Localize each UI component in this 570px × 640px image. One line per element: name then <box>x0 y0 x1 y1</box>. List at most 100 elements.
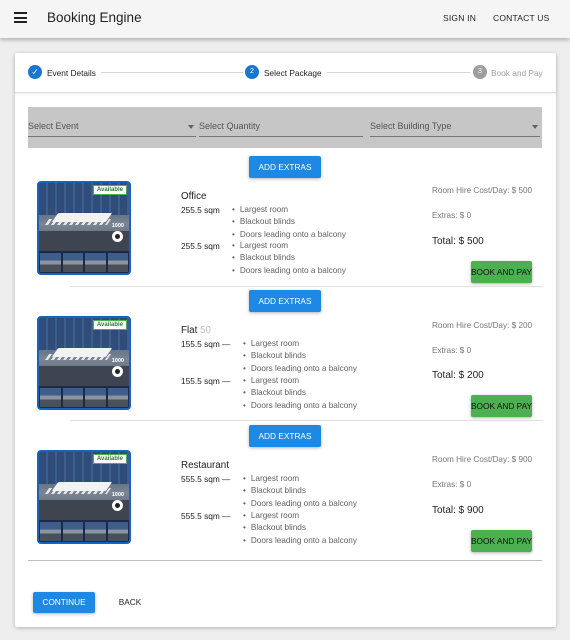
package-image[interactable]: Available 1000 <box>37 316 131 410</box>
feature-list: Largest room Blackout blinds Doors leadi… <box>243 338 357 375</box>
thumbnail-strip <box>39 387 129 408</box>
thumbnail[interactable] <box>62 522 83 541</box>
capacity-value: 1000 <box>111 223 124 229</box>
package-image[interactable]: Available 1000 <box>37 181 131 275</box>
feature-item: Blackout blinds <box>232 252 346 264</box>
feature-item: Largest room <box>243 473 357 485</box>
feature-item: Largest room <box>243 375 357 387</box>
step-number-3: 3 <box>473 65 487 79</box>
available-badge: Available <box>92 185 127 195</box>
contact-us-link[interactable]: CONTACT US <box>493 13 549 23</box>
thumbnail[interactable] <box>62 388 83 407</box>
add-extras-button[interactable]: ADD EXTRAS <box>249 156 321 178</box>
feature-item: Largest room <box>232 240 346 252</box>
filter-bar: Select Event Select Quantity Select Buil… <box>28 107 542 148</box>
capacity-icon <box>112 366 123 377</box>
select-event-dropdown[interactable]: Select Event <box>28 120 196 137</box>
dropdown-caret-icon <box>532 125 538 129</box>
capacity-value: 1000 <box>111 358 124 364</box>
menu-icon[interactable] <box>14 12 27 23</box>
feature-list: Largest room Blackout blinds Doors leadi… <box>243 510 357 547</box>
feature-list: Largest room Blackout blinds Doors leadi… <box>232 240 346 277</box>
thumbnail[interactable] <box>40 253 61 272</box>
feature-item: Blackout blinds <box>243 485 357 497</box>
thumbnail[interactable] <box>85 522 106 541</box>
section-divider <box>28 560 542 561</box>
feature-item: Doors leading onto a balcony <box>243 535 357 547</box>
package-name: Flat 50 <box>181 325 211 336</box>
thumbnail[interactable] <box>85 253 106 272</box>
step-connector <box>327 72 470 73</box>
capacity-icon <box>112 500 123 511</box>
package-capacity: 50 <box>200 325 211 336</box>
room-hire-cost: Room Hire Cost/Day: $ 200 <box>432 321 533 330</box>
step-connector <box>101 72 243 73</box>
thumbnail[interactable] <box>40 522 61 541</box>
package-area: 255.5 sqm <box>181 205 220 215</box>
thumbnail[interactable] <box>40 388 61 407</box>
select-quantity-label: Select Quantity <box>199 121 261 131</box>
step-book-and-pay[interactable]: Book and Pay <box>491 68 543 78</box>
select-building-type-dropdown[interactable]: Select Building Type <box>370 120 540 137</box>
feature-list: Largest room Blackout blinds Doors leadi… <box>243 473 357 510</box>
package-name: Restaurant <box>181 460 229 471</box>
package-area: 155.5 sqm — <box>181 339 231 349</box>
book-and-pay-button[interactable]: BOOK AND PAY <box>471 530 532 552</box>
add-extras-button[interactable]: ADD EXTRAS <box>249 290 321 312</box>
feature-item: Doors leading onto a balcony <box>243 363 357 375</box>
feature-list: Largest room Blackout blinds Doors leadi… <box>232 204 346 241</box>
total-price: Total: $ 200 <box>432 370 484 381</box>
dropdown-caret-icon <box>188 125 194 129</box>
book-and-pay-button[interactable]: BOOK AND PAY <box>471 395 532 417</box>
capacity-value: 1000 <box>111 492 124 498</box>
feature-item: Blackout blinds <box>243 522 357 534</box>
add-extras-button[interactable]: ADD EXTRAS <box>249 425 321 447</box>
package-area: 255.5 sqm <box>181 241 220 251</box>
step-event-details[interactable]: Event Details <box>47 68 96 78</box>
available-badge: Available <box>92 454 127 464</box>
extras-cost: Extras: $ 0 <box>432 346 472 355</box>
thumbnail[interactable] <box>107 388 128 407</box>
feature-item: Blackout blinds <box>243 387 357 399</box>
row-divider <box>70 286 543 287</box>
thumbnail[interactable] <box>62 253 83 272</box>
feature-item: Blackout blinds <box>232 216 346 228</box>
feature-item: Blackout blinds <box>243 350 357 362</box>
select-building-type-label: Select Building Type <box>370 121 452 131</box>
room-hire-cost: Room Hire Cost/Day: $ 900 <box>432 455 533 464</box>
app-title: Booking Engine <box>47 10 142 25</box>
thumbnail[interactable] <box>107 253 128 272</box>
package-name: Office <box>181 191 207 202</box>
feature-item: Largest room <box>243 510 357 522</box>
thumbnail[interactable] <box>107 522 128 541</box>
package-area: 555.5 sqm — <box>181 511 231 521</box>
select-quantity-dropdown[interactable]: Select Quantity <box>199 120 363 137</box>
thumbnail-strip <box>39 252 129 273</box>
room-hire-cost: Room Hire Cost/Day: $ 500 <box>432 186 533 195</box>
check-icon: ✓ <box>28 65 42 79</box>
stepper: ✓ Event Details 2 Select Package 3 Book … <box>15 53 556 93</box>
total-price: Total: $ 900 <box>432 505 484 516</box>
step-select-package[interactable]: Select Package <box>264 68 322 78</box>
book-and-pay-button[interactable]: BOOK AND PAY <box>471 261 532 283</box>
feature-item: Largest room <box>232 204 346 216</box>
thumbnail[interactable] <box>85 388 106 407</box>
back-button[interactable]: BACK <box>107 592 153 613</box>
select-event-label: Select Event <box>28 121 79 131</box>
total-price: Total: $ 500 <box>432 236 484 247</box>
feature-item: Doors leading onto a balcony <box>243 400 357 412</box>
package-area: 155.5 sqm — <box>181 376 231 386</box>
row-divider <box>70 420 543 421</box>
step-number-2: 2 <box>245 65 259 79</box>
continue-button[interactable]: CONTINUE <box>33 592 95 613</box>
feature-item: Largest room <box>243 338 357 350</box>
extras-cost: Extras: $ 0 <box>432 480 472 489</box>
package-image[interactable]: Available 1000 <box>37 450 131 544</box>
available-badge: Available <box>92 320 127 330</box>
feature-item: Doors leading onto a balcony <box>243 498 357 510</box>
feature-list: Largest room Blackout blinds Doors leadi… <box>243 375 357 412</box>
extras-cost: Extras: $ 0 <box>432 211 472 220</box>
app-bar: Booking Engine SIGN IN CONTACT US <box>0 0 570 38</box>
sign-in-link[interactable]: SIGN IN <box>443 13 476 23</box>
feature-item: Doors leading onto a balcony <box>232 265 346 277</box>
